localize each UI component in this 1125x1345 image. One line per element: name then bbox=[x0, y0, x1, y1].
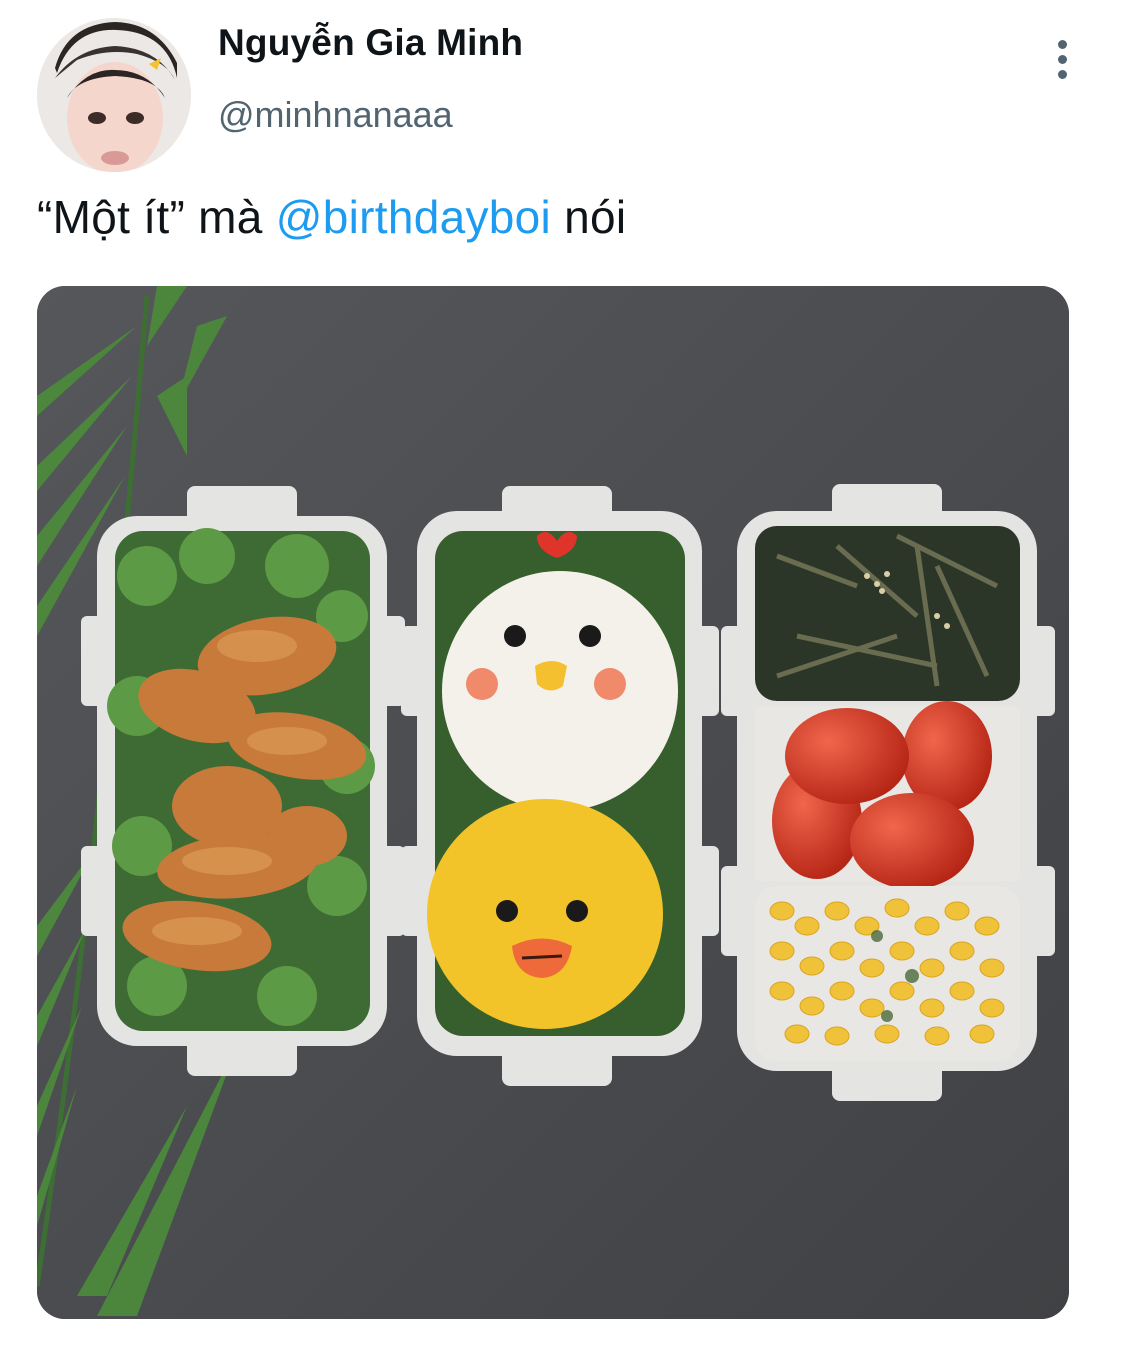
tweet-text-prefix: “Một ít” mà bbox=[37, 191, 276, 243]
more-vertical-icon-dot bbox=[1057, 69, 1067, 79]
bento-box-middle bbox=[401, 486, 719, 1086]
more-vertical-icon bbox=[1057, 39, 1067, 49]
author-handle[interactable]: @minhnanaaa bbox=[218, 94, 453, 136]
author-display-name[interactable]: Nguyễn Gia Minh bbox=[218, 22, 523, 64]
bento-photo bbox=[37, 286, 1069, 1319]
bento-box-right bbox=[721, 484, 1055, 1101]
tweet-media-image[interactable] bbox=[37, 286, 1069, 1319]
mention-link[interactable]: @birthdayboi bbox=[276, 191, 551, 243]
tweet-text-suffix: nói bbox=[551, 191, 627, 243]
avatar[interactable] bbox=[37, 18, 191, 172]
more-vertical-icon-dot bbox=[1057, 54, 1067, 64]
tweet-text: “Một ít” mà @birthdayboi nói bbox=[37, 190, 626, 244]
more-options-button[interactable] bbox=[1040, 34, 1084, 84]
avatar-image bbox=[37, 18, 191, 172]
bento-box-left bbox=[81, 486, 405, 1076]
